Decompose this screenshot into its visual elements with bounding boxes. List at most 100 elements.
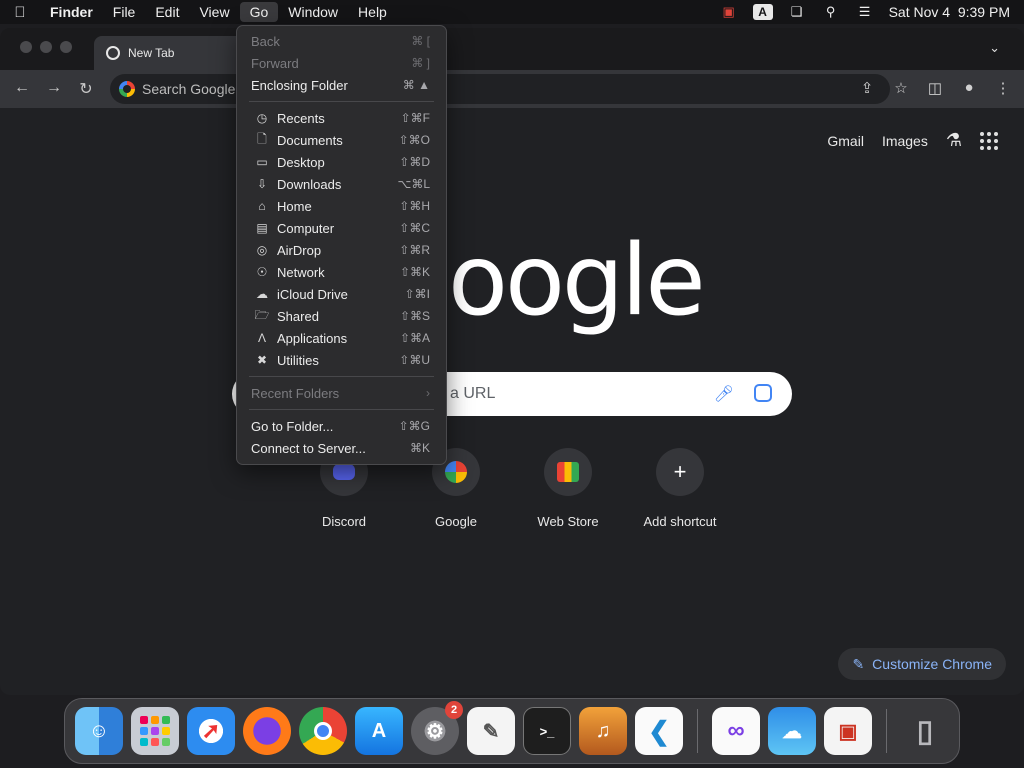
tab-title: New Tab [128, 46, 175, 60]
menu-item-airdrop[interactable]: ◎ AirDrop ⇧⌘R [237, 239, 446, 261]
menu-shortcut: ⇧⌘C [399, 221, 430, 235]
tab-search-chevron-icon[interactable]: ⌄ [989, 40, 1000, 56]
menu-item-back[interactable]: Back ⌘ [ [237, 30, 446, 52]
menu-view[interactable]: View [189, 0, 239, 24]
zoom-window-button[interactable] [60, 41, 72, 53]
menu-item-shared[interactable]: 🗁︎ Shared ⇧⌘S [237, 305, 446, 327]
menu-file[interactable]: File [103, 0, 146, 24]
menu-separator [249, 376, 434, 377]
labs-flask-icon[interactable]: ⚗ [946, 130, 962, 151]
safari-icon[interactable]: ➚ [187, 707, 235, 755]
shortcut-add[interactable]: + Add shortcut [624, 448, 736, 529]
menu-go[interactable]: Go [239, 2, 279, 22]
download-icon: ⇩ [256, 177, 268, 191]
menu-item-label: Documents [277, 132, 343, 148]
visual-studio-icon[interactable]: ∞ [712, 707, 760, 755]
menu-item-applications[interactable]: Λ Applications ⇧⌘A [237, 327, 446, 349]
menu-item-go-to-folder[interactable]: Go to Folder... ⇧⌘G [237, 415, 446, 437]
menubar-clock[interactable]: Sat Nov 4 9:39 PM [889, 4, 1010, 20]
plus-icon: + [656, 448, 704, 496]
garageband-icon[interactable]: ♫ [579, 707, 627, 755]
go-menu: Back ⌘ [ Forward ⌘ ] Enclosing Folder ⌘ … [236, 25, 447, 465]
images-link[interactable]: Images [882, 133, 928, 149]
menu-item-recents[interactable]: ◷ Recents ⇧⌘F [237, 107, 446, 129]
share-icon[interactable]: ⇪ [858, 79, 876, 97]
chrome-icon[interactable] [299, 707, 347, 755]
notification-badge: 2 [445, 701, 463, 719]
browser-toolbar: ← → ↻ Search Google ⇪ ☆ ◫ ● ⋮ [0, 70, 1024, 108]
microphone-icon[interactable]: 🎤︎ [714, 384, 734, 404]
menu-item-label: Desktop [277, 154, 325, 170]
menu-item-recent-folders[interactable]: Recent Folders › [237, 382, 446, 404]
document-icon: 🗋︎ [257, 131, 267, 146]
keyboard-input-icon[interactable]: A [752, 4, 773, 20]
app-store-icon[interactable]: A [355, 707, 403, 755]
finder-icon[interactable]: ☺ [75, 707, 123, 755]
vscode-icon[interactable]: ❮ [635, 707, 683, 755]
search-placeholder: a URL [450, 385, 496, 402]
network-icon: ☉ [256, 265, 268, 279]
menu-window[interactable]: Window [278, 0, 348, 24]
shortcut-web-store[interactable]: Web Store [512, 448, 624, 529]
forward-arrow-icon[interactable]: → [44, 79, 64, 97]
trash-icon[interactable]: ▯ [901, 707, 949, 755]
chrome-tab-icon [106, 46, 120, 60]
profile-icon[interactable]: ● [960, 79, 978, 97]
spotlight-search-icon[interactable]: ⚲ [821, 4, 841, 20]
screen-mirroring-icon[interactable]: ❏ [787, 4, 807, 20]
bookmark-star-icon[interactable]: ☆ [892, 79, 910, 97]
firefox-icon[interactable] [243, 707, 291, 755]
menu-edit[interactable]: Edit [145, 0, 189, 24]
textedit-icon[interactable]: ✎ [467, 707, 515, 755]
menu-shortcut: ⇧⌘U [399, 353, 430, 367]
google-lens-icon[interactable] [754, 384, 772, 402]
weather-icon[interactable]: ☁︎ [768, 707, 816, 755]
menu-finder[interactable]: Finder [40, 0, 103, 24]
parallels-icon[interactable]: ▣ [824, 707, 872, 755]
customize-chrome-button[interactable]: ✎ Customize Chrome [838, 648, 1006, 680]
dock: ☺ ➚ A ⚙ 2 ✎ >_ ♫ ❮ ∞ ☁︎ ▣ ▯ [64, 698, 960, 764]
utilities-icon: ✖ [256, 353, 268, 367]
terminal-icon[interactable]: >_ [523, 707, 571, 755]
menu-item-icloud-drive[interactable]: ☁︎ iCloud Drive ⇧⌘I [237, 283, 446, 305]
menu-help[interactable]: Help [348, 0, 397, 24]
side-panel-icon[interactable]: ◫ [926, 79, 944, 97]
menu-shortcut: ⇧⌘R [399, 243, 430, 257]
menu-item-documents[interactable]: 🗋︎ Documents ⇧⌘O [237, 129, 446, 151]
apple-icon[interactable]:  [0, 4, 40, 21]
launchpad-icon[interactable] [131, 707, 179, 755]
menu-item-computer[interactable]: ▤ Computer ⇧⌘C [237, 217, 446, 239]
chrome-window: New Tab ⌄ ← → ↻ Search Google ⇪ ☆ ◫ ● ⋮ … [0, 28, 1024, 695]
menu-shortcut: ⌘K [409, 441, 430, 455]
omnibox[interactable]: Search Google [110, 74, 890, 104]
menu-shortcut: ⌘ [ [411, 34, 430, 48]
close-window-button[interactable] [20, 41, 32, 53]
menu-item-downloads[interactable]: ⇩ Downloads ⌥⌘L [237, 173, 446, 195]
more-menu-icon[interactable]: ⋮ [994, 79, 1012, 97]
menu-item-label: Recents [277, 110, 325, 126]
menu-item-home[interactable]: ⌂ Home ⇧⌘H [237, 195, 446, 217]
system-settings-icon[interactable]: ⚙ 2 [411, 701, 463, 755]
back-arrow-icon[interactable]: ← [12, 79, 32, 97]
menu-shortcut: ⇧⌘S [399, 309, 430, 323]
menu-item-enclosing-folder[interactable]: Enclosing Folder ⌘ ▲ [237, 74, 446, 96]
menu-item-desktop[interactable]: ▭ Desktop ⇧⌘D [237, 151, 446, 173]
menu-separator [249, 409, 434, 410]
menu-item-label: Back [251, 33, 280, 49]
status-app-icon[interactable]: ▣ [719, 4, 739, 20]
minimize-window-button[interactable] [40, 41, 52, 53]
menu-item-forward[interactable]: Forward ⌘ ] [237, 52, 446, 74]
menu-item-connect-to-server[interactable]: Connect to Server... ⌘K [237, 437, 446, 459]
menubar:  Finder File Edit View Go Window Help ▣… [0, 0, 1024, 24]
control-center-icon[interactable]: ☰ [855, 4, 875, 20]
google-apps-grid-icon[interactable] [980, 131, 998, 150]
menu-item-utilities[interactable]: ✖ Utilities ⇧⌘U [237, 349, 446, 371]
menu-item-label: Downloads [277, 176, 342, 192]
home-icon: ⌂ [258, 199, 266, 213]
menu-shortcut: ⇧⌘H [399, 199, 430, 213]
tab-new-tab[interactable]: New Tab [94, 36, 244, 70]
reload-icon[interactable]: ↻ [76, 79, 96, 99]
menu-item-network[interactable]: ☉ Network ⇧⌘K [237, 261, 446, 283]
gmail-link[interactable]: Gmail [827, 133, 864, 149]
menu-item-label: Utilities [277, 352, 319, 368]
